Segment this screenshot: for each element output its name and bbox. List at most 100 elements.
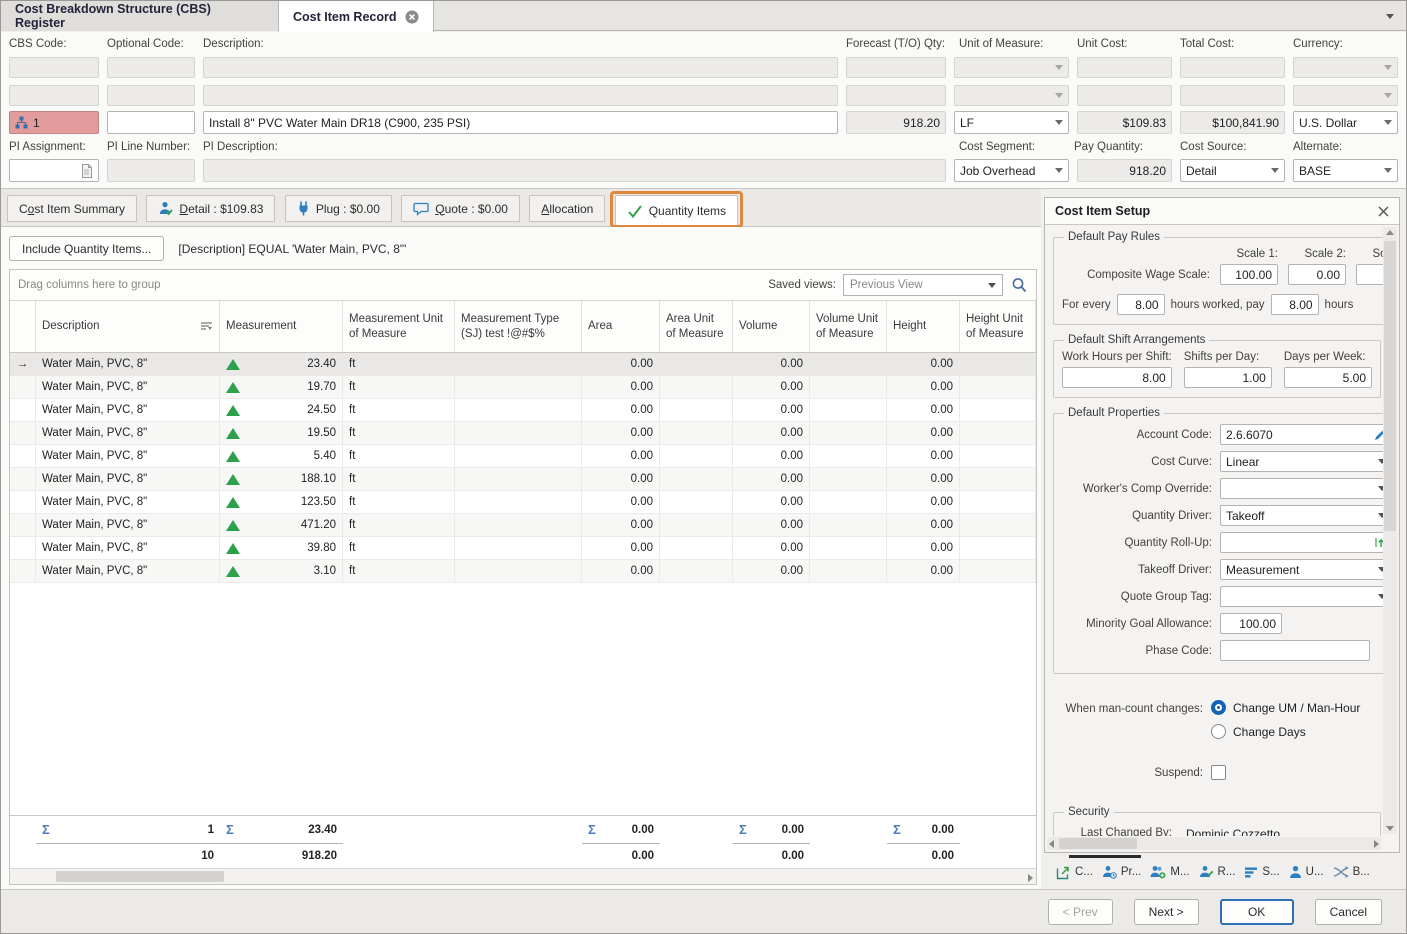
measurement-type-cell[interactable]: [455, 376, 582, 399]
table-row[interactable]: Water Main, PVC, 8" 3.10 ft 0.00 0.00 0.…: [10, 560, 1036, 583]
measurement-cell[interactable]: 123.50: [220, 491, 343, 514]
column-header-measurement-type[interactable]: Measurement Type (SJ) test !@#$%: [455, 301, 582, 352]
height-cell[interactable]: 0.00: [887, 445, 960, 468]
quantity-rollup-field[interactable]: [1220, 532, 1383, 553]
setup-vertical-scrollbar[interactable]: [1383, 227, 1397, 834]
tab-cost-item-summary[interactable]: Cost Item Summary: [7, 195, 137, 222]
column-header-area[interactable]: Area: [582, 301, 660, 352]
table-row[interactable]: Water Main, PVC, 8" 5.40 ft 0.00 0.00 0.…: [10, 445, 1036, 468]
table-row[interactable]: Water Main, PVC, 8" 188.10 ft 0.00 0.00 …: [10, 468, 1036, 491]
volume-uom-cell[interactable]: [810, 468, 887, 491]
dock-tab-r[interactable]: R...: [1199, 865, 1236, 879]
tab-cost-item-record[interactable]: Cost Item Record: [279, 1, 434, 32]
volume-cell[interactable]: 0.00: [733, 468, 810, 491]
description-cell[interactable]: Water Main, PVC, 8": [36, 353, 220, 376]
scale1-input[interactable]: 100.00: [1220, 264, 1278, 285]
quote-group-tag-dropdown[interactable]: [1220, 586, 1383, 607]
minority-goal-allowance-input[interactable]: 100.00: [1220, 613, 1282, 634]
alternate-dropdown[interactable]: BASE: [1293, 159, 1398, 182]
description-cell[interactable]: Water Main, PVC, 8": [36, 376, 220, 399]
pi-assignment-doc-icon[interactable]: [81, 164, 93, 178]
volume-cell[interactable]: 0.00: [733, 376, 810, 399]
scroll-down-arrow-icon[interactable]: [1386, 826, 1394, 831]
volume-cell[interactable]: 0.00: [733, 537, 810, 560]
measurement-uom-cell[interactable]: ft: [343, 491, 455, 514]
currency-dropdown[interactable]: U.S. Dollar: [1293, 111, 1398, 134]
measurement-cell[interactable]: 23.40: [220, 353, 343, 376]
height-uom-cell[interactable]: [960, 468, 1036, 491]
scrollbar-thumb[interactable]: [56, 871, 224, 882]
height-cell[interactable]: 0.00: [887, 514, 960, 537]
scrollbar-thumb[interactable]: [1059, 838, 1137, 849]
table-row[interactable]: → Water Main, PVC, 8" 23.40 ft 0.00 0.00…: [10, 353, 1036, 376]
dock-tab-cost-item-setup[interactable]: C...: [1056, 865, 1093, 880]
optional-code-field[interactable]: [107, 111, 195, 134]
cancel-button[interactable]: Cancel: [1315, 899, 1382, 925]
volume-uom-cell[interactable]: [810, 376, 887, 399]
measurement-type-cell[interactable]: [455, 537, 582, 560]
tab-allocation[interactable]: Allocation: [529, 195, 605, 222]
radio-selected-icon[interactable]: [1211, 700, 1226, 715]
area-uom-cell[interactable]: [660, 399, 733, 422]
area-uom-cell[interactable]: [660, 422, 733, 445]
volume-uom-cell[interactable]: [810, 560, 887, 583]
scroll-up-arrow-icon[interactable]: [1386, 230, 1394, 235]
measurement-type-cell[interactable]: [455, 560, 582, 583]
area-cell[interactable]: 0.00: [582, 491, 660, 514]
volume-uom-cell[interactable]: [810, 399, 887, 422]
takeoff-driver-dropdown[interactable]: Measurement: [1220, 559, 1383, 580]
area-uom-cell[interactable]: [660, 353, 733, 376]
quantity-driver-dropdown[interactable]: Takeoff: [1220, 505, 1383, 526]
cost-curve-dropdown[interactable]: Linear: [1220, 451, 1383, 472]
area-cell[interactable]: 0.00: [582, 353, 660, 376]
area-cell[interactable]: 0.00: [582, 399, 660, 422]
tab-quote[interactable]: Quote : $0.00: [401, 195, 520, 222]
tab-plug[interactable]: Plug : $0.00: [285, 195, 392, 222]
description-cell[interactable]: Water Main, PVC, 8": [36, 399, 220, 422]
suspend-checkbox[interactable]: [1211, 765, 1226, 780]
shifts-per-day-input[interactable]: 1.00: [1184, 367, 1272, 388]
phase-code-input[interactable]: [1220, 640, 1370, 661]
tab-overflow-caret-icon[interactable]: [1386, 14, 1394, 19]
height-uom-cell[interactable]: [960, 514, 1036, 537]
area-cell[interactable]: 0.00: [582, 468, 660, 491]
volume-cell[interactable]: 0.00: [733, 491, 810, 514]
height-cell[interactable]: 0.00: [887, 468, 960, 491]
volume-uom-cell[interactable]: [810, 445, 887, 468]
column-header-area-uom[interactable]: Area Unit of Measure: [660, 301, 733, 352]
sort-icon[interactable]: [200, 321, 213, 332]
height-cell[interactable]: 0.00: [887, 376, 960, 399]
height-uom-cell[interactable]: [960, 399, 1036, 422]
tab-quantity-items[interactable]: Quantity Items: [615, 195, 738, 227]
next-button[interactable]: Next >: [1134, 899, 1199, 925]
area-uom-cell[interactable]: [660, 560, 733, 583]
description-field[interactable]: Install 8" PVC Water Main DR18 (C900, 23…: [203, 111, 838, 134]
change-um-manhour-option[interactable]: Change UM / Man-Hour: [1211, 700, 1381, 715]
measurement-cell[interactable]: 3.10: [220, 560, 343, 583]
measurement-type-cell[interactable]: [455, 468, 582, 491]
description-cell[interactable]: Water Main, PVC, 8": [36, 514, 220, 537]
description-cell[interactable]: Water Main, PVC, 8": [36, 445, 220, 468]
area-cell[interactable]: 0.00: [582, 376, 660, 399]
measurement-cell[interactable]: 19.50: [220, 422, 343, 445]
height-uom-cell[interactable]: [960, 422, 1036, 445]
height-uom-cell[interactable]: [960, 491, 1036, 514]
area-cell[interactable]: 0.00: [582, 422, 660, 445]
volume-uom-cell[interactable]: [810, 491, 887, 514]
area-uom-cell[interactable]: [660, 445, 733, 468]
group-by-bar[interactable]: Drag columns here to group Saved views: …: [10, 270, 1036, 301]
table-row[interactable]: Water Main, PVC, 8" 39.80 ft 0.00 0.00 0…: [10, 537, 1036, 560]
radio-unselected-icon[interactable]: [1211, 724, 1226, 739]
close-icon[interactable]: [1378, 206, 1389, 217]
cost-source-dropdown[interactable]: Detail: [1180, 159, 1285, 182]
volume-uom-cell[interactable]: [810, 537, 887, 560]
include-quantity-items-button[interactable]: Include Quantity Items...: [9, 236, 164, 261]
area-cell[interactable]: 0.00: [582, 560, 660, 583]
table-row[interactable]: Water Main, PVC, 8" 123.50 ft 0.00 0.00 …: [10, 491, 1036, 514]
measurement-type-cell[interactable]: [455, 353, 582, 376]
setup-horizontal-scrollbar[interactable]: [1047, 837, 1381, 850]
days-per-week-input[interactable]: 5.00: [1284, 367, 1372, 388]
table-row[interactable]: Water Main, PVC, 8" 24.50 ft 0.00 0.00 0…: [10, 399, 1036, 422]
work-hours-per-shift-input[interactable]: 8.00: [1062, 367, 1172, 388]
dock-tab-m[interactable]: M...: [1150, 865, 1189, 879]
